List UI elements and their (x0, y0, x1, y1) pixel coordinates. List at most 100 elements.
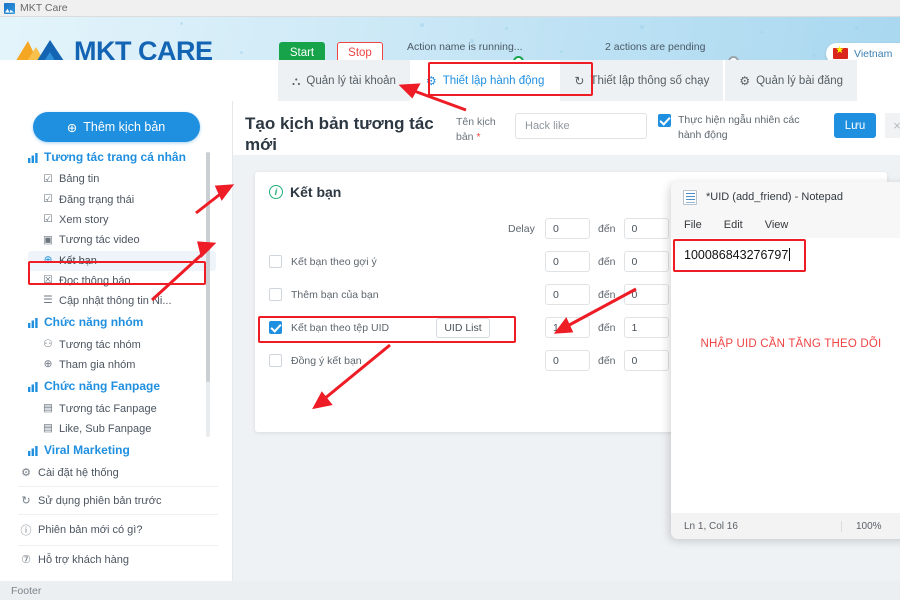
bottom-link-cai-dat-he-thong[interactable]: ⚙ Cài đặt hệ thống (18, 459, 218, 487)
option-label-wrap[interactable]: Đồng ý kết bạn (269, 354, 455, 367)
edit-icon: ☑ (43, 213, 53, 226)
tab-label: Quản lý bài đăng (756, 74, 844, 87)
footer-bar: Footer (0, 581, 900, 600)
random-action-checkbox[interactable] (658, 114, 671, 127)
bottom-link-label: Cài đặt hệ thống (38, 466, 119, 479)
option-from-input[interactable] (545, 251, 590, 272)
option-checkbox[interactable] (269, 255, 282, 268)
option-to-input[interactable] (623, 251, 669, 272)
tab-label: Thiết lập thông số chạy (590, 74, 710, 87)
menu-view[interactable]: View (765, 219, 789, 231)
tab-quan-ly-tai-khoan[interactable]: ⛬ Quản lý tài khoản (278, 60, 412, 101)
between-label: đến (598, 222, 616, 235)
gear-icon: ⚙ (739, 73, 751, 88)
sidebar-item-ket-ban[interactable]: ⊕ Kết bạn (28, 250, 216, 271)
sidebar: ⊕ Thêm kịch bản Tương tác trang cá nhân … (0, 101, 233, 600)
tab-thiet-lap-hanh-dong[interactable]: ⚙ Thiết lập hành động (411, 60, 561, 101)
option-checkbox[interactable] (269, 354, 282, 367)
between-label: đến (598, 354, 616, 367)
option-label-wrap[interactable]: Thêm bạn của bạn (269, 288, 455, 301)
sidebar-item-bang-tin[interactable]: ☑ Bảng tin (28, 169, 216, 189)
sidebar-item-tuong-tac-fanpage[interactable]: ▤ Tương tác Fanpage (28, 399, 216, 419)
add-scenario-button[interactable]: ⊕ Thêm kịch bản (32, 112, 200, 142)
option-label-wrap[interactable]: Kết bạn theo tệp UID (269, 321, 455, 334)
sitemap-icon: ⛬ (292, 73, 301, 88)
delay-label: Delay (508, 222, 535, 235)
add-scenario-label: Thêm kịch bản (83, 120, 166, 134)
uid-list-button[interactable]: UID List (436, 317, 490, 338)
sidebar-group-chuc-nang-fanpage[interactable]: Chức năng Fanpage (28, 379, 216, 396)
script-name-input[interactable] (515, 113, 647, 139)
main-header: Tạo kịch bản tương tác mới Tên kịch bản … (233, 101, 900, 155)
tab-thiet-lap-thong-so-chay[interactable]: ↻ Thiết lập thông số chạy (560, 60, 726, 101)
option-from-input[interactable] (545, 350, 590, 371)
start-button[interactable]: Start (279, 42, 325, 60)
bottom-link-su-dung-phien-ban-truoc[interactable]: ↻ Sử dụng phiên bản trước (18, 487, 218, 515)
sidebar-item-dang-trang-thai[interactable]: ☑ Đăng trạng thái (28, 190, 216, 210)
menu-edit[interactable]: Edit (724, 219, 743, 231)
bottom-link-label: Sử dụng phiên bản trước (38, 494, 162, 507)
app-logo: MKT CARE (12, 36, 213, 60)
os-title-bar: MKT Care (0, 0, 900, 17)
gear-icon: ⚙ (425, 73, 437, 88)
menu-file[interactable]: File (684, 219, 702, 231)
sidebar-item-cap-nhat-thong-tin[interactable]: ☰ Cập nhật thông tin Ni... (28, 291, 216, 311)
option-checkbox[interactable] (269, 321, 282, 334)
plus-circle-icon: ⊕ (43, 253, 53, 266)
random-action-checkbox-wrap[interactable]: Thực hiện ngẫu nhiên các hành động (658, 113, 808, 143)
sidebar-item-xem-story[interactable]: ☑ Xem story (28, 210, 216, 230)
option-from-input[interactable] (545, 284, 590, 305)
sidebar-group-tuong-tac-trang-ca-nhan[interactable]: Tương tác trang cá nhân (28, 150, 216, 167)
sidebar-item-tham-gia-nhom[interactable]: ⊕ Tham gia nhóm (28, 355, 216, 375)
random-action-label: Thực hiện ngẫu nhiên các hành động (678, 114, 800, 142)
mkt-mountain-icon (12, 36, 70, 60)
bottom-link-ho-tro-khach-hang[interactable]: ⑦ Hỗ trợ khách hàng (18, 546, 218, 573)
sidebar-group-label: Tương tác trang cá nhân (44, 150, 186, 164)
notepad-text-area[interactable]: 100086843276797 NHẬP UID CẦN TĂNG THEO D… (671, 238, 900, 513)
bottom-link-phien-ban-moi-co-gi[interactable]: ⓘ Phiên bản mới có gì? (18, 515, 218, 546)
sidebar-scrollbar[interactable] (206, 152, 210, 437)
gear-icon: ⚙ (21, 467, 31, 479)
annotation-text: NHẬP UID CẦN TĂNG THEO DÕI (700, 338, 882, 350)
notepad-status-bar: Ln 1, Col 16 100% (671, 513, 900, 539)
page-icon: ▤ (43, 422, 53, 435)
pending-progress[interactable]: 2 actions are pending (605, 41, 783, 60)
bar-chart-icon (28, 152, 39, 167)
sidebar-item-tuong-tac-nhom[interactable]: ⚇ Tương tác nhóm (28, 335, 216, 355)
save-button[interactable]: Lưu (834, 113, 876, 138)
language-selector[interactable]: Vietnam (826, 43, 900, 60)
info-icon: ⓘ (20, 525, 32, 537)
delay-to-input[interactable] (623, 218, 669, 239)
sidebar-item-doc-thong-bao[interactable]: ☒ Đọc thông báo (28, 271, 216, 291)
option-to-input[interactable] (623, 284, 669, 305)
sidebar-item-tuong-tac-video[interactable]: ▣ Tương tác video (28, 230, 216, 250)
delay-from-input[interactable] (545, 218, 590, 239)
sidebar-group-chuc-nang-nhom[interactable]: Chức năng nhóm (28, 315, 216, 332)
option-from-input[interactable] (545, 317, 590, 338)
option-to-input[interactable] (623, 317, 669, 338)
sidebar-item-like-sub-fanpage[interactable]: ▤ Like, Sub Fanpage (28, 419, 216, 439)
notepad-window: *UID (add_friend) - Notepad File Edit Vi… (671, 182, 900, 539)
question-icon: ⑦ (21, 554, 31, 566)
option-checkbox[interactable] (269, 288, 282, 301)
close-button[interactable]: × (885, 113, 900, 138)
app-header: MKT CARE Version 1.0.0 - Update 16/12/20… (0, 17, 900, 60)
sidebar-group-label: Chức năng Fanpage (44, 379, 161, 394)
sidebar-item-label: Tương tác Fanpage (59, 402, 157, 415)
script-name-label: Tên kịch bản * (456, 115, 502, 144)
option-label-wrap[interactable]: Kết bạn theo gợi ý (269, 255, 455, 268)
notepad-title: *UID (add_friend) - Notepad (706, 191, 843, 203)
tab-quan-ly-bai-dang[interactable]: ⚙ Quản lý bài đăng (725, 60, 860, 101)
cursor-position: Ln 1, Col 16 (684, 520, 738, 532)
sidebar-item-label: Xem story (59, 213, 109, 226)
bell-icon: ☒ (43, 274, 53, 287)
delay-inputs: đến (545, 218, 669, 239)
main-tabs: ⛬ Quản lý tài khoản ⚙ Thiết lập hành độn… (0, 60, 900, 101)
logo-text: MKT CARE (74, 35, 213, 60)
running-progress[interactable]: Action name is running... (407, 41, 597, 60)
stop-button[interactable]: Stop (337, 42, 383, 60)
info-circle-icon: i (269, 185, 283, 199)
notepad-icon (683, 189, 697, 205)
option-to-input[interactable] (623, 350, 669, 371)
notepad-menu-bar: File Edit View (671, 212, 900, 238)
